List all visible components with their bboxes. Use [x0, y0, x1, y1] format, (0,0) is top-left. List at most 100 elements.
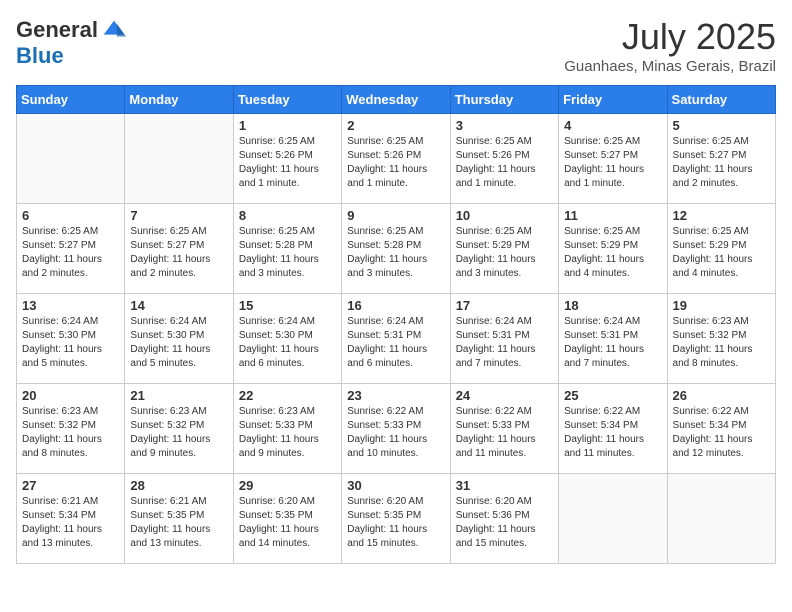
calendar-cell: 25 Sunrise: 6:22 AM Sunset: 5:34 PM Dayli…	[559, 384, 667, 474]
day-number: 25	[564, 388, 661, 403]
day-number: 22	[239, 388, 336, 403]
calendar-cell: 22 Sunrise: 6:23 AM Sunset: 5:33 PM Dayli…	[233, 384, 341, 474]
day-number: 9	[347, 208, 444, 223]
day-number: 29	[239, 478, 336, 493]
week-row-5: 27 Sunrise: 6:21 AM Sunset: 5:34 PM Dayli…	[17, 474, 776, 564]
day-number: 21	[130, 388, 227, 403]
day-info: Sunrise: 6:22 AM Sunset: 5:34 PM Dayligh…	[564, 405, 661, 461]
day-info: Sunrise: 6:25 AM Sunset: 5:26 PM Dayligh…	[239, 135, 336, 191]
day-info: Sunrise: 6:21 AM Sunset: 5:34 PM Dayligh…	[22, 495, 119, 551]
day-number: 6	[22, 208, 119, 223]
location: Guanhaes, Minas Gerais, Brazil	[564, 58, 776, 75]
day-number: 26	[673, 388, 770, 403]
day-info: Sunrise: 6:25 AM Sunset: 5:26 PM Dayligh…	[456, 135, 553, 191]
day-info: Sunrise: 6:20 AM Sunset: 5:35 PM Dayligh…	[347, 495, 444, 551]
calendar-cell: 23Sunrise: 6:22 AM Sunset: 5:33 PM Dayli…	[342, 384, 450, 474]
calendar-cell: 4 Sunrise: 6:25 AM Sunset: 5:27 PM Daylig…	[559, 114, 667, 204]
day-number: 8	[239, 208, 336, 223]
weekday-header-friday: Friday	[559, 86, 667, 114]
logo-general: General	[16, 18, 98, 42]
page-header: General Blue July 2025 Guanhaes, Minas G…	[16, 16, 776, 75]
calendar-cell: 3Sunrise: 6:25 AM Sunset: 5:26 PM Daylig…	[450, 114, 558, 204]
day-number: 5	[673, 118, 770, 133]
calendar-cell: 8Sunrise: 6:25 AM Sunset: 5:28 PM Daylig…	[233, 204, 341, 294]
calendar-cell: 29Sunrise: 6:20 AM Sunset: 5:35 PM Dayli…	[233, 474, 341, 564]
day-info: Sunrise: 6:24 AM Sunset: 5:31 PM Dayligh…	[564, 315, 661, 371]
day-info: Sunrise: 6:23 AM Sunset: 5:32 PM Dayligh…	[130, 405, 227, 461]
calendar-cell: 12Sunrise: 6:25 AM Sunset: 5:29 PM Dayli…	[667, 204, 775, 294]
day-info: Sunrise: 6:23 AM Sunset: 5:33 PM Dayligh…	[239, 405, 336, 461]
calendar-cell: 31Sunrise: 6:20 AM Sunset: 5:36 PM Dayli…	[450, 474, 558, 564]
month-title: July 2025	[564, 16, 776, 58]
day-number: 17	[456, 298, 553, 313]
day-info: Sunrise: 6:25 AM Sunset: 5:27 PM Dayligh…	[130, 225, 227, 281]
day-info: Sunrise: 6:25 AM Sunset: 5:27 PM Dayligh…	[564, 135, 661, 191]
day-info: Sunrise: 6:25 AM Sunset: 5:28 PM Dayligh…	[347, 225, 444, 281]
day-info: Sunrise: 6:24 AM Sunset: 5:30 PM Dayligh…	[130, 315, 227, 371]
day-info: Sunrise: 6:25 AM Sunset: 5:29 PM Dayligh…	[673, 225, 770, 281]
day-number: 20	[22, 388, 119, 403]
calendar-cell: 26 Sunrise: 6:22 AM Sunset: 5:34 PM Dayli…	[667, 384, 775, 474]
calendar-cell: 1 Sunrise: 6:25 AM Sunset: 5:26 PM Daylig…	[233, 114, 341, 204]
day-info: Sunrise: 6:24 AM Sunset: 5:31 PM Dayligh…	[347, 315, 444, 371]
week-row-1: 1 Sunrise: 6:25 AM Sunset: 5:26 PM Daylig…	[17, 114, 776, 204]
day-number: 16	[347, 298, 444, 313]
day-info: Sunrise: 6:25 AM Sunset: 5:29 PM Dayligh…	[456, 225, 553, 281]
day-number: 28	[130, 478, 227, 493]
week-row-2: 6 Sunrise: 6:25 AM Sunset: 5:27 PM Daylig…	[17, 204, 776, 294]
weekday-header-wednesday: Wednesday	[342, 86, 450, 114]
day-info: Sunrise: 6:22 AM Sunset: 5:34 PM Dayligh…	[673, 405, 770, 461]
weekday-header-monday: Monday	[125, 86, 233, 114]
calendar-cell: 19Sunrise: 6:23 AM Sunset: 5:32 PM Dayli…	[667, 294, 775, 384]
day-number: 7	[130, 208, 227, 223]
day-number: 4	[564, 118, 661, 133]
calendar-table: SundayMondayTuesdayWednesdayThursdayFrid…	[16, 85, 776, 564]
day-number: 13	[22, 298, 119, 313]
day-number: 10	[456, 208, 553, 223]
day-number: 31	[456, 478, 553, 493]
day-info: Sunrise: 6:22 AM Sunset: 5:33 PM Dayligh…	[456, 405, 553, 461]
day-number: 15	[239, 298, 336, 313]
logo-blue: Blue	[16, 43, 64, 68]
weekday-header-saturday: Saturday	[667, 86, 775, 114]
day-number: 2	[347, 118, 444, 133]
day-number: 24	[456, 388, 553, 403]
day-number: 23	[347, 388, 444, 403]
calendar-cell: 21 Sunrise: 6:23 AM Sunset: 5:32 PM Dayli…	[125, 384, 233, 474]
weekday-header-tuesday: Tuesday	[233, 86, 341, 114]
day-number: 1	[239, 118, 336, 133]
calendar-cell: 30 Sunrise: 6:20 AM Sunset: 5:35 PM Dayli…	[342, 474, 450, 564]
day-info: Sunrise: 6:25 AM Sunset: 5:29 PM Dayligh…	[564, 225, 661, 281]
calendar-cell: 10 Sunrise: 6:25 AM Sunset: 5:29 PM Dayli…	[450, 204, 558, 294]
day-info: Sunrise: 6:24 AM Sunset: 5:31 PM Dayligh…	[456, 315, 553, 371]
calendar-cell: 20 Sunrise: 6:23 AM Sunset: 5:32 PM Dayli…	[17, 384, 125, 474]
calendar-cell: 24 Sunrise: 6:22 AM Sunset: 5:33 PM Dayli…	[450, 384, 558, 474]
calendar-cell	[17, 114, 125, 204]
title-block: July 2025 Guanhaes, Minas Gerais, Brazil	[564, 16, 776, 75]
calendar-cell: 11Sunrise: 6:25 AM Sunset: 5:29 PM Dayli…	[559, 204, 667, 294]
logo-icon	[100, 16, 128, 44]
calendar-cell: 16 Sunrise: 6:24 AM Sunset: 5:31 PM Dayli…	[342, 294, 450, 384]
day-info: Sunrise: 6:24 AM Sunset: 5:30 PM Dayligh…	[239, 315, 336, 371]
calendar-cell: 28 Sunrise: 6:21 AM Sunset: 5:35 PM Dayli…	[125, 474, 233, 564]
calendar-cell: 7 Sunrise: 6:25 AM Sunset: 5:27 PM Daylig…	[125, 204, 233, 294]
day-number: 19	[673, 298, 770, 313]
day-info: Sunrise: 6:25 AM Sunset: 5:26 PM Dayligh…	[347, 135, 444, 191]
day-number: 30	[347, 478, 444, 493]
calendar-cell: 9 Sunrise: 6:25 AM Sunset: 5:28 PM Daylig…	[342, 204, 450, 294]
day-info: Sunrise: 6:25 AM Sunset: 5:27 PM Dayligh…	[673, 135, 770, 191]
calendar-cell: 2 Sunrise: 6:25 AM Sunset: 5:26 PM Daylig…	[342, 114, 450, 204]
day-info: Sunrise: 6:21 AM Sunset: 5:35 PM Dayligh…	[130, 495, 227, 551]
day-number: 14	[130, 298, 227, 313]
logo: General Blue	[16, 16, 128, 68]
day-info: Sunrise: 6:25 AM Sunset: 5:27 PM Dayligh…	[22, 225, 119, 281]
calendar-header-row: SundayMondayTuesdayWednesdayThursdayFrid…	[17, 86, 776, 114]
day-number: 27	[22, 478, 119, 493]
day-info: Sunrise: 6:23 AM Sunset: 5:32 PM Dayligh…	[22, 405, 119, 461]
weekday-header-thursday: Thursday	[450, 86, 558, 114]
calendar-cell: 6 Sunrise: 6:25 AM Sunset: 5:27 PM Daylig…	[17, 204, 125, 294]
calendar-cell: 18 Sunrise: 6:24 AM Sunset: 5:31 PM Dayli…	[559, 294, 667, 384]
day-info: Sunrise: 6:24 AM Sunset: 5:30 PM Dayligh…	[22, 315, 119, 371]
calendar-cell: 13 Sunrise: 6:24 AM Sunset: 5:30 PM Dayli…	[17, 294, 125, 384]
day-number: 18	[564, 298, 661, 313]
